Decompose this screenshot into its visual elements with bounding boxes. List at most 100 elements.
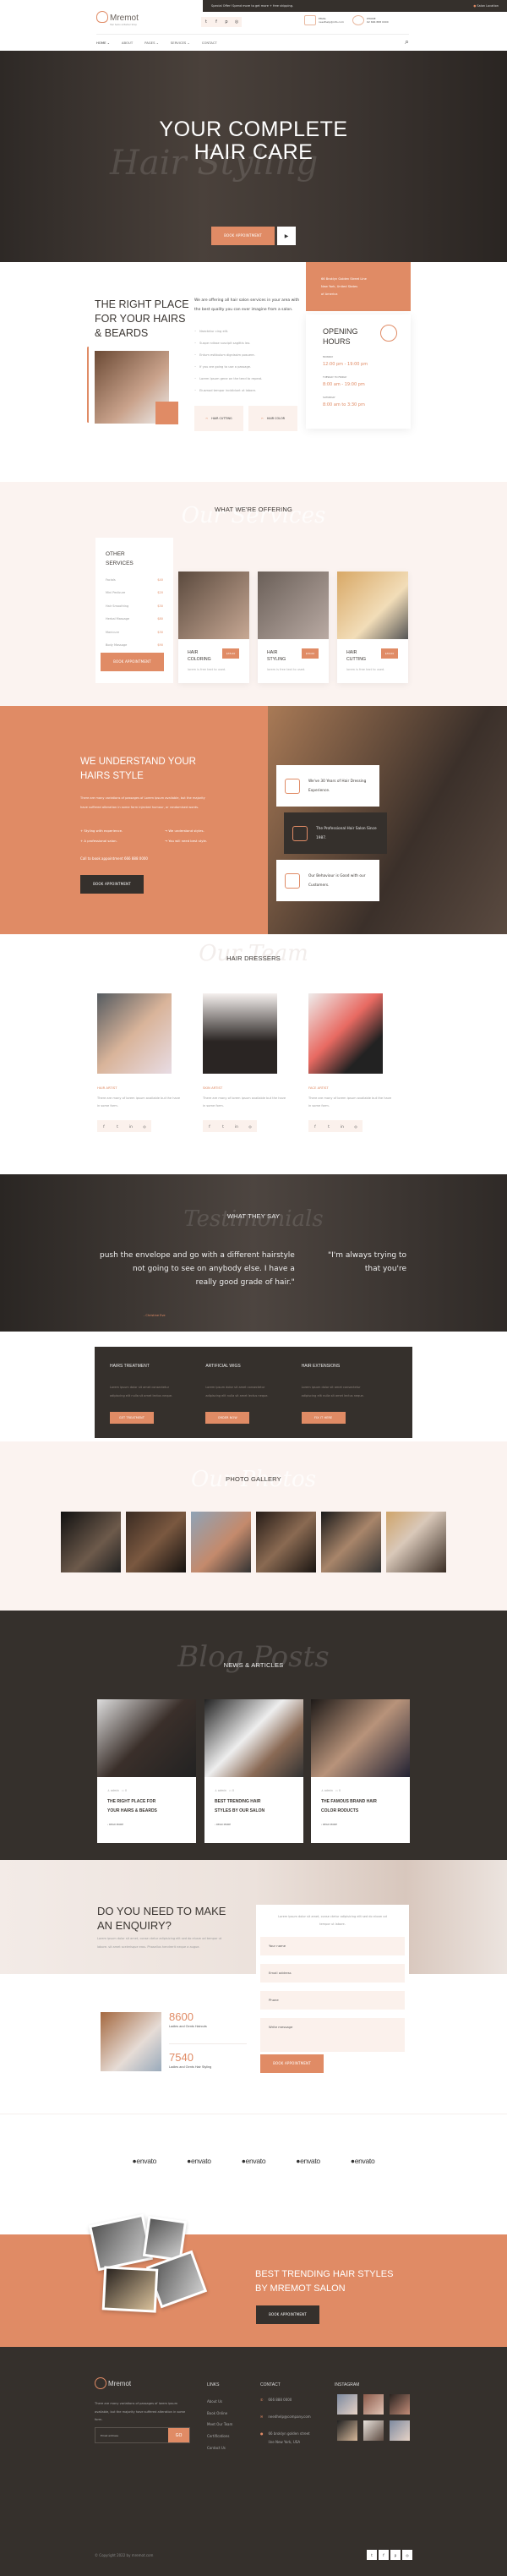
facebook-icon[interactable]: f <box>211 17 221 27</box>
footer-phone[interactable]: ✆ 666 888 0000 <box>260 2396 311 2404</box>
service-card[interactable]: HAIR COLORING $35.00 lorem is free text t… <box>178 572 249 683</box>
understand-book-button[interactable]: BOOK APPOINTMENT <box>80 875 144 894</box>
cta-band-book-button[interactable]: BOOK APPOINTMENT <box>256 2305 319 2324</box>
newsletter-email-input[interactable]: Email address <box>95 2428 168 2442</box>
opening-hours-card: OPENING HOURS MONDAY 12:00 pm - 19:00 pm … <box>306 314 411 429</box>
understand-title: WE UNDERSTAND YOUR HAIRS STYLE <box>80 757 196 781</box>
member-photo <box>308 993 383 1074</box>
twitter-icon[interactable]: t <box>367 2550 377 2560</box>
hair-cutting-service[interactable]: ✂ HAIR CUTTING <box>194 406 243 431</box>
brand-logo[interactable]: ●envato <box>296 2157 320 2165</box>
nav-home[interactable]: HOME ⌄ <box>96 41 110 45</box>
read-more-link[interactable]: › READ MORE <box>97 1816 196 1826</box>
instagram-photo[interactable] <box>337 2420 357 2441</box>
footer-email[interactable]: ✉ needhelp@company.com <box>260 2413 311 2421</box>
message-field[interactable]: Write message <box>260 2018 405 2052</box>
footer-contact: ✆ 666 888 0000 ✉ needhelp@company.com ● 66 … <box>260 2396 311 2455</box>
brand-logo[interactable]: ●envato <box>187 2157 211 2165</box>
news-title-text[interactable]: THE RIGHT PLACE FOR YOUR HAIRS & BEARDS <box>97 1792 196 1816</box>
header-email[interactable]: EMAIL needhelp@info.com <box>304 15 344 25</box>
brand-logo[interactable]: ●envato <box>242 2157 266 2165</box>
enquiry-book-button[interactable]: BOOK APPOINTMENT <box>260 2054 324 2073</box>
facebook-icon[interactable]: f <box>203 1120 216 1132</box>
instagram-photo[interactable] <box>390 2394 410 2415</box>
news-card[interactable]: ♙ admin ▭ 0 BEST TRENDING HAIR STYLES BY … <box>204 1699 303 1843</box>
order-now-button[interactable]: ORDER NOW <box>205 1412 250 1424</box>
salon-location-link[interactable]: ● Salon Location <box>473 4 499 8</box>
nav-about[interactable]: ABOUT <box>122 41 133 45</box>
footer-link[interactable]: About Us <box>207 2396 232 2408</box>
news-card[interactable]: ♙ admin ▭ 0 THE RIGHT PLACE FOR YOUR HAIR… <box>97 1699 196 1843</box>
gallery-photo[interactable] <box>321 1512 381 1572</box>
nav-contact[interactable]: CONTACT <box>202 41 217 45</box>
news-title-text[interactable]: BEST TRENDING HAIR STYLES BY OUR SALON <box>204 1792 303 1816</box>
news-title-text[interactable]: THE FAMOUS BRAND HAIR COLOR RODUCTS <box>311 1792 410 1816</box>
instagram-photo[interactable] <box>337 2394 357 2415</box>
stat-haircuts: 8600 Ladies and Gents Haircuts <box>169 2010 207 2028</box>
instagram-icon[interactable]: ◎ <box>243 1120 257 1132</box>
search-icon[interactable]: ⌕ <box>405 38 409 46</box>
other-services-card: OTHER SERVICES Facials $40 Mini Pedicure $2… <box>95 538 173 683</box>
pinterest-icon[interactable]: p <box>221 17 232 27</box>
phone-field[interactable]: Phone <box>260 1991 405 2010</box>
stat-styling: 7540 Ladies and Gents Hair Styling <box>169 2051 212 2069</box>
service-card[interactable]: HAIR CUTTING $30.00 lorem is free text to… <box>337 572 408 683</box>
feature-col: HAIRS TREATMENT Lorem ipsum dolor sit am… <box>110 1364 205 1424</box>
instagram-photo[interactable] <box>363 2420 384 2441</box>
nav-services[interactable]: SERVICES ⌄ <box>171 41 190 45</box>
instagram-photo[interactable] <box>363 2394 384 2415</box>
brand-logo[interactable]: ●envato <box>351 2157 375 2165</box>
twitter-icon[interactable]: t <box>111 1120 124 1132</box>
header-phone[interactable]: PHONE 92 666 888 0000 <box>352 15 389 25</box>
footer-logo[interactable]: Mremot <box>95 2377 131 2389</box>
gallery-photo[interactable] <box>386 1512 446 1572</box>
read-more-link[interactable]: › READ MORE <box>204 1816 303 1826</box>
instagram-icon[interactable]: ◎ <box>402 2550 412 2560</box>
fix-it-here-button[interactable]: FIX IT HERE <box>301 1412 346 1424</box>
pinterest-icon[interactable]: p <box>390 2550 401 2560</box>
instagram-icon[interactable]: ◎ <box>349 1120 363 1132</box>
site-header: Special Offer! Spend more to get more + … <box>0 0 507 51</box>
service-image <box>337 572 408 639</box>
about-bullets: Nsectetur cing elit. Suspe ndisse suscip… <box>194 330 262 401</box>
feature-title: HAIRS TREATMENT <box>110 1364 150 1369</box>
linkedin-icon[interactable]: in <box>230 1120 243 1132</box>
get-treatment-button[interactable]: GET TREATMENT <box>110 1412 154 1424</box>
instagram-icon[interactable]: ◎ <box>232 17 242 27</box>
brand-logo[interactable]: ●envato <box>133 2157 157 2165</box>
instagram-photo[interactable] <box>390 2420 410 2441</box>
gallery-photo[interactable] <box>61 1512 121 1572</box>
news-card[interactable]: ♙ admin ▭ 0 THE FAMOUS BRAND HAIR COLOR R… <box>311 1699 410 1843</box>
footer-link[interactable]: Contact Us <box>207 2442 232 2454</box>
facebook-icon[interactable]: f <box>308 1120 322 1132</box>
newsletter-go-button[interactable]: GO <box>168 2428 189 2442</box>
footer-link[interactable]: Book Online <box>207 2408 232 2420</box>
linkedin-icon[interactable]: in <box>335 1120 349 1132</box>
other-services-book-button[interactable]: BOOK APPOINTMENT <box>101 653 164 671</box>
logo[interactable]: Mremot Hair Salon & Barber Shop <box>96 8 139 26</box>
instagram-icon[interactable]: ◎ <box>138 1120 151 1132</box>
twitter-icon[interactable]: t <box>322 1120 335 1132</box>
linkedin-icon[interactable]: in <box>124 1120 138 1132</box>
twitter-icon[interactable]: t <box>201 17 211 27</box>
facebook-icon[interactable]: f <box>379 2550 389 2560</box>
gallery-photo[interactable] <box>256 1512 316 1572</box>
gallery-photo[interactable] <box>191 1512 251 1572</box>
footer-link[interactable]: Certifications <box>207 2431 232 2442</box>
feature-text: Lorem ipsum dolor sit amet consectetur a… <box>110 1386 173 1397</box>
email-field[interactable]: Email address <box>260 1964 405 1983</box>
gallery-photo[interactable] <box>126 1512 186 1572</box>
testimonial-author: - Christine Eve <box>144 1314 166 1317</box>
footer-link[interactable]: Meet Our Team <box>207 2419 232 2431</box>
name-field[interactable]: Your name <box>260 1937 405 1955</box>
hair-color-service[interactable]: ✂ HAIR COLOR <box>248 406 297 431</box>
nav-pages[interactable]: PAGES ⌄ <box>144 41 159 45</box>
facebook-icon[interactable]: f <box>97 1120 111 1132</box>
read-more-link[interactable]: › READ MORE <box>311 1816 410 1826</box>
team-section: Our Team HAIR DRESSERS HAIR ARTIST There… <box>0 934 507 1174</box>
service-card[interactable]: HAIR STYLING $30.00 lorem is free text to… <box>258 572 329 683</box>
location-pin-icon: ● <box>260 2431 264 2436</box>
twitter-icon[interactable]: t <box>216 1120 230 1132</box>
play-video-button[interactable]: ▶ <box>277 227 296 245</box>
hero-book-appointment-button[interactable]: BOOK APPOINTMENT <box>211 227 275 245</box>
